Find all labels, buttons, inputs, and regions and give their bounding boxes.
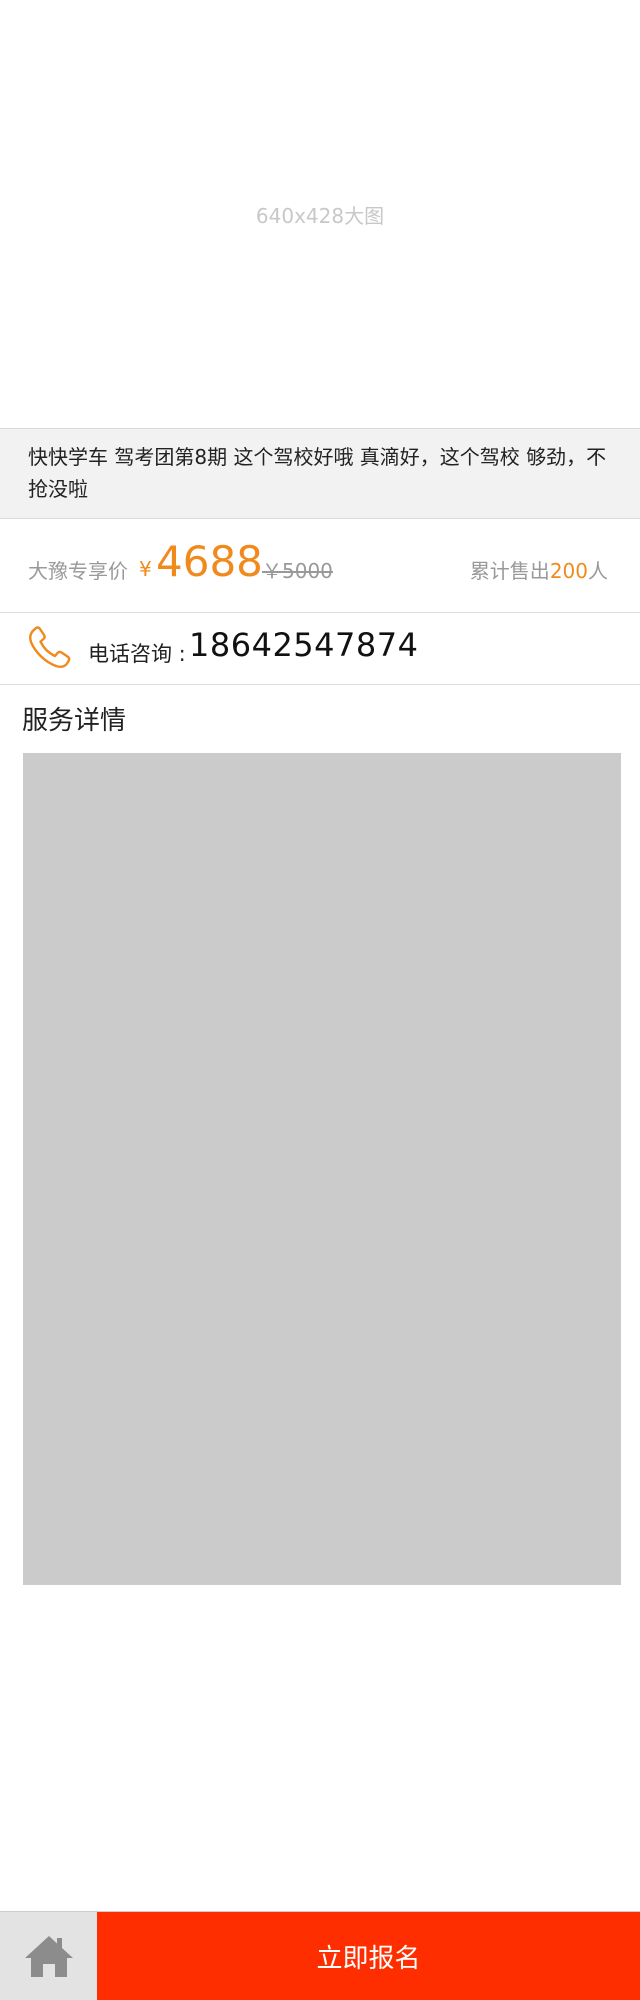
phone-icon [29, 626, 71, 668]
page: 640x428大图 快快学车 驾考团第8期 这个驾校好哦 真滴好，这个驾校 够劲… [0, 0, 640, 2000]
hero-image-label: 640x428大图 [255, 203, 385, 228]
price-currency: ¥ [139, 557, 152, 581]
home-icon [24, 1936, 73, 1977]
signup-button[interactable]: 立即报名 [97, 1912, 640, 2000]
home-button[interactable] [0, 1912, 97, 2000]
original-price: ￥5000 [262, 559, 333, 583]
course-title: 快快学车 驾考团第8期 这个驾校好哦 真滴好，这个驾校 够劲，不抢没啦 [28, 445, 607, 501]
phone-consult-row[interactable]: 电话咨询 : 18642547874 [0, 613, 640, 685]
price-row: 大豫专享价 ¥ 4688 ￥5000 累计售出200人 [0, 519, 640, 613]
hero-image: 640x428大图 [0, 0, 640, 428]
bottom-action-bar: 立即报名 [0, 1911, 640, 2000]
phone-number[interactable]: 18642547874 [189, 626, 418, 664]
current-price: 4688 [156, 537, 263, 586]
price-label: 大豫专享价 [28, 559, 128, 583]
sold-count: 200 [549, 559, 588, 583]
sold-count-text: 累计售出200人 [470, 555, 608, 584]
sold-suffix: 人 [588, 559, 608, 583]
phone-label: 电话咨询 : [88, 642, 186, 666]
service-details-title: 服务详情 [22, 706, 127, 736]
service-detail-image [23, 753, 621, 1585]
course-title-bar: 快快学车 驾考团第8期 这个驾校好哦 真滴好，这个驾校 够劲，不抢没啦 [0, 428, 640, 519]
sold-prefix: 累计售出 [469, 559, 550, 583]
